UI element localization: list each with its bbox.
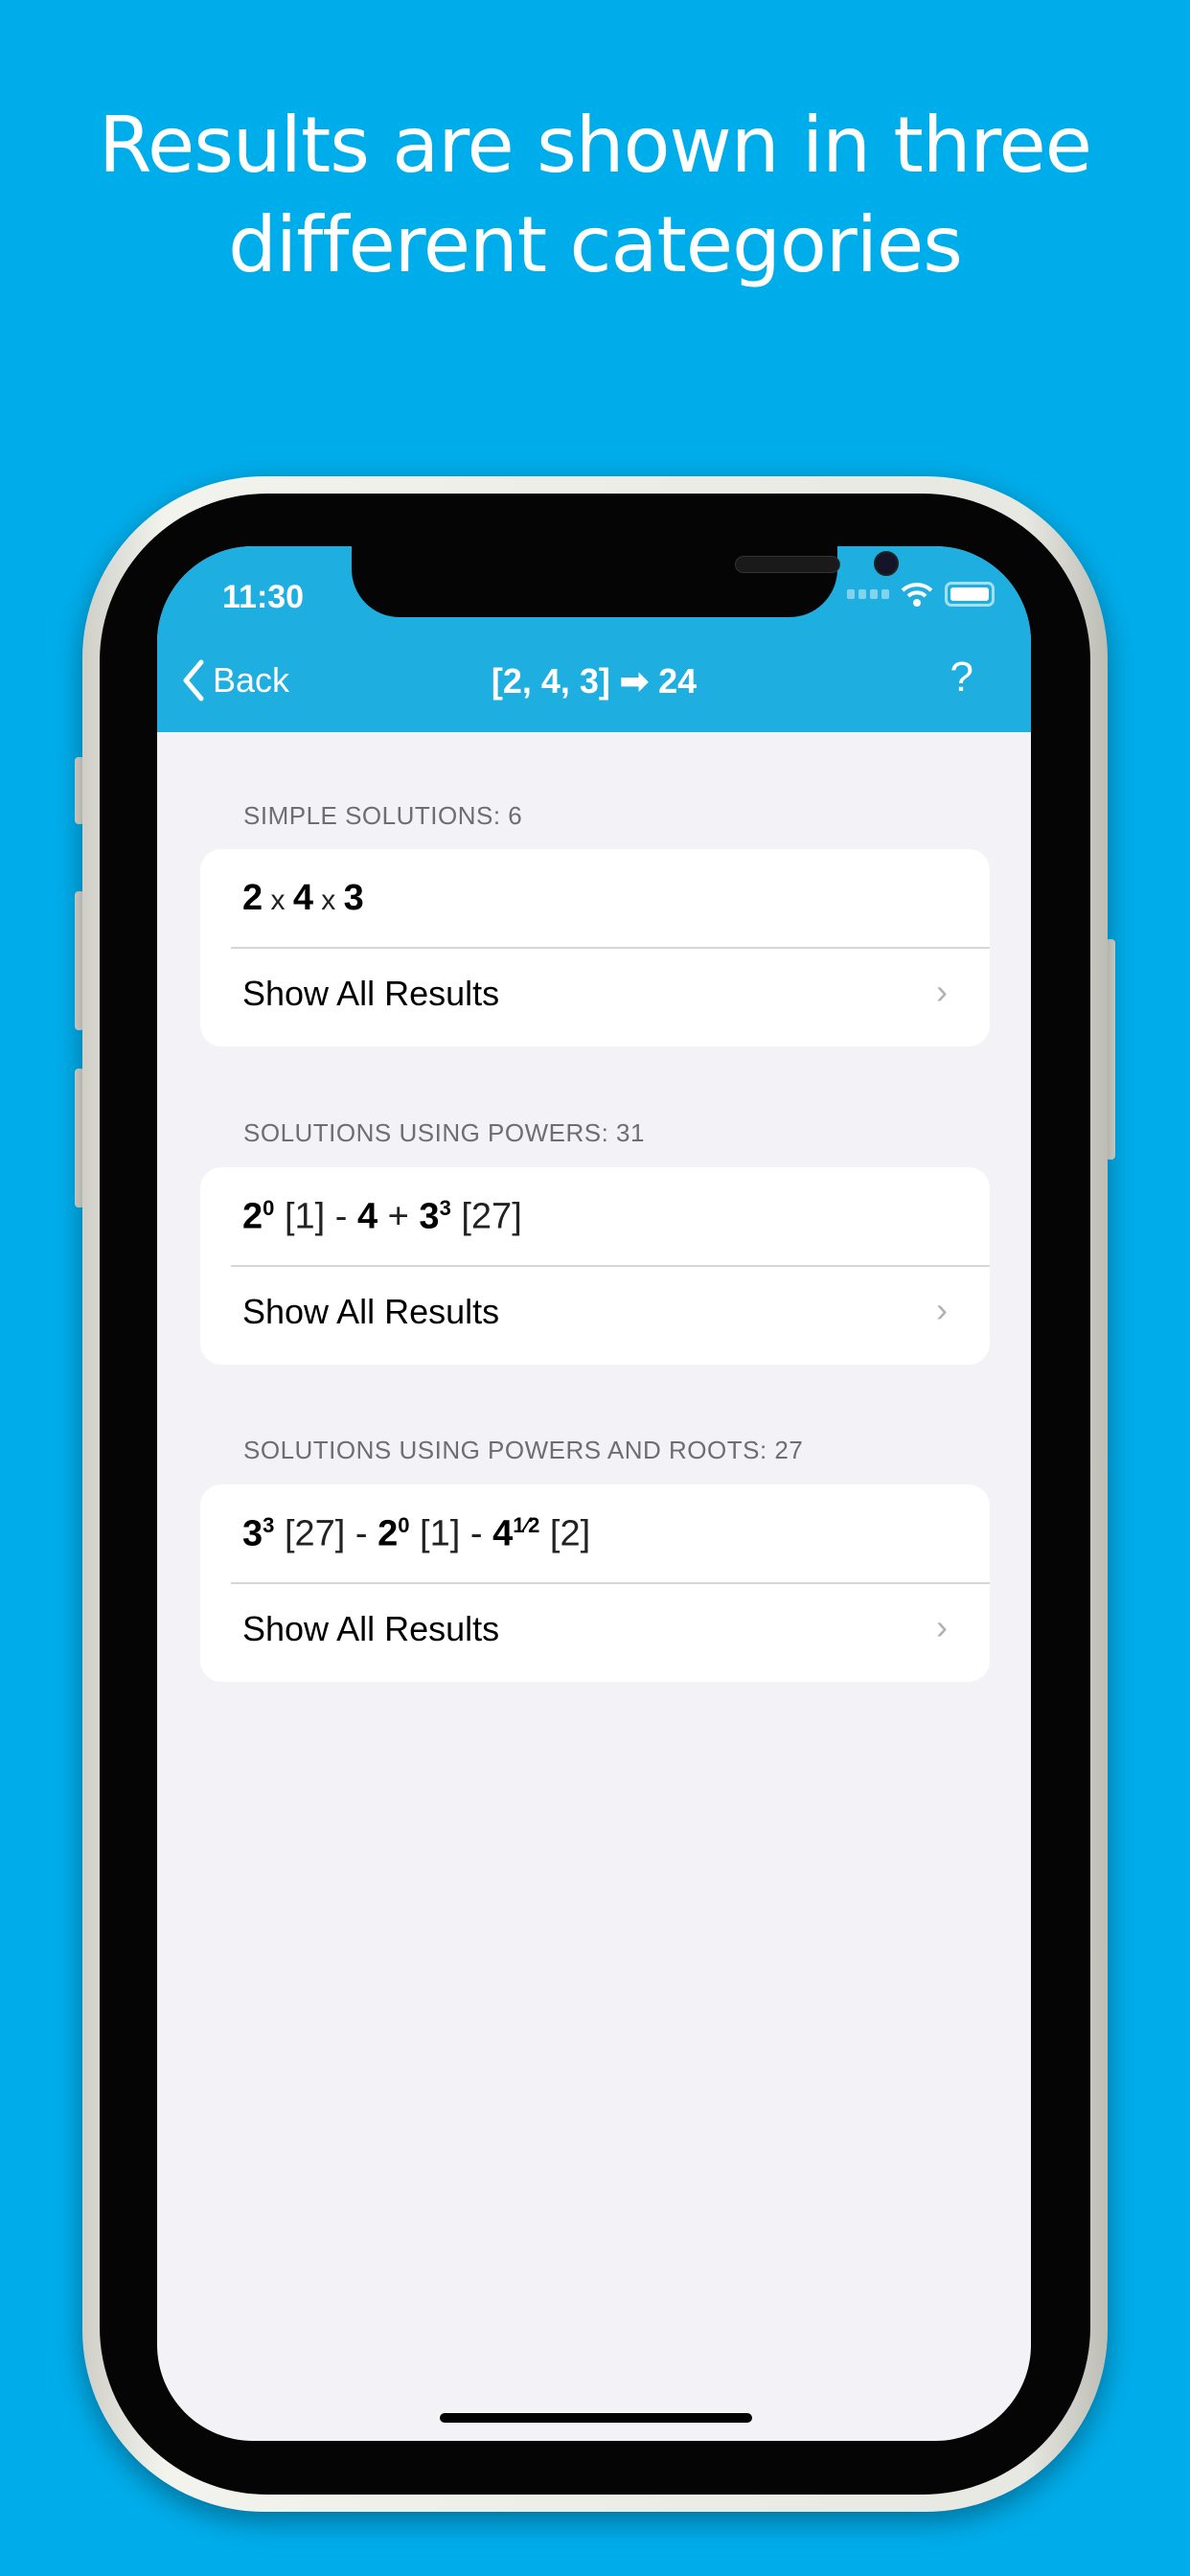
show-all-results-button[interactable]: Show All Results [242, 974, 499, 1014]
card-powers-solutions: 20 [1] - 4 + 33 [27] Show All Results › [200, 1167, 990, 1365]
divider [231, 947, 990, 949]
solution-expression[interactable]: 33 [27] - 20 [1] - 41⁄2 [2] [242, 1513, 590, 1555]
home-indicator[interactable] [440, 2413, 752, 2423]
phone-screen: 11:30 Back [2, 4, 3] ➡ 24 ? SIMPLE SOLUT… [157, 546, 1031, 2441]
status-icons [847, 581, 995, 608]
page-title: [2, 4, 3] ➡ 24 [491, 661, 698, 701]
section-header-powers: SOLUTIONS USING POWERS: 31 [243, 1118, 645, 1147]
section-header-powers-roots: SOLUTIONS USING POWERS AND ROOTS: 27 [243, 1436, 804, 1464]
status-time: 11:30 [222, 579, 305, 615]
show-all-results-button[interactable]: Show All Results [242, 1292, 499, 1332]
headline: Results are shown in three different cat… [0, 96, 1190, 295]
show-all-results-button[interactable]: Show All Results [242, 1609, 499, 1649]
divider [231, 1582, 990, 1584]
card-powers-roots-solutions: 33 [27] - 20 [1] - 41⁄2 [2] Show All Res… [200, 1484, 990, 1682]
headline-line-1: Results are shown in three [99, 101, 1092, 190]
card-simple-solutions: 2 x 4 x 3 Show All Results › [200, 849, 990, 1046]
chevron-right-icon: › [936, 972, 948, 1011]
camera [874, 551, 899, 576]
headline-line-2: different categories [228, 200, 963, 289]
battery-icon [945, 582, 995, 607]
chevron-right-icon: › [936, 1607, 948, 1646]
cellular-signal-icon [847, 589, 889, 599]
solution-expression[interactable]: 20 [1] - 4 + 33 [27] [242, 1196, 522, 1238]
chevron-right-icon: › [936, 1290, 948, 1329]
help-button[interactable]: ? [950, 654, 973, 702]
speaker [735, 556, 840, 573]
solution-expression[interactable]: 2 x 4 x 3 [242, 878, 364, 919]
wifi-icon [901, 583, 933, 607]
divider [231, 1265, 990, 1267]
section-header-simple: SIMPLE SOLUTIONS: 6 [243, 801, 523, 830]
notch [352, 546, 899, 617]
